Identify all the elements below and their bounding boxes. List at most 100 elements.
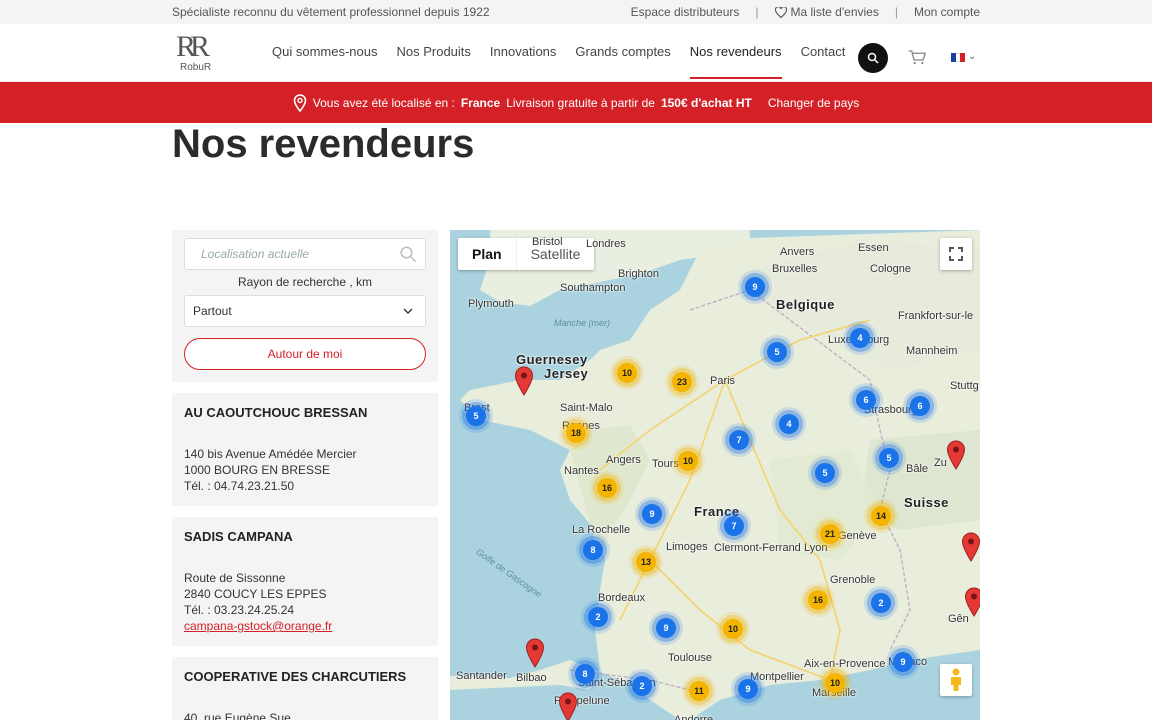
map-type-control: Plan Satellite — [458, 238, 595, 270]
store-address: 140 bis Avenue Amédée Mercier — [184, 447, 357, 461]
store-card[interactable]: SADIS CAMPANA Route de Sissonne 2840 COU… — [172, 517, 438, 646]
marker-cluster[interactable]: 9 — [745, 277, 765, 297]
nav-item-resellers[interactable]: Nos revendeurs — [689, 44, 782, 79]
search-icon — [867, 52, 879, 64]
map-label: Guernesey — [516, 352, 588, 367]
wishlist-link[interactable]: Ma liste d'envies — [774, 5, 879, 19]
fullscreen-icon — [949, 247, 963, 261]
map-label: Stuttg — [950, 380, 979, 392]
marker-cluster[interactable]: 9 — [738, 679, 758, 699]
marker-cluster[interactable]: 2 — [871, 593, 891, 613]
map-label: Belgique — [776, 297, 835, 312]
page-title: Nos revendeurs — [172, 122, 475, 166]
reseller-panel: Localisation actuelle Rayon de recherche… — [172, 230, 438, 720]
marker-cluster[interactable]: 10 — [825, 673, 845, 693]
map-label: Santander — [456, 670, 507, 682]
marker-cluster[interactable]: 9 — [642, 504, 662, 524]
map-label: Mannheim — [906, 345, 958, 357]
map-pin-icon[interactable] — [558, 692, 578, 720]
map-tab-plan[interactable]: Plan — [458, 238, 517, 270]
nav-item-key-accounts[interactable]: Grands comptes — [575, 44, 670, 79]
marker-cluster[interactable]: 18 — [566, 423, 586, 443]
marker-cluster[interactable]: 4 — [779, 414, 799, 434]
pegman-icon — [951, 668, 961, 691]
nav-item-contact[interactable]: Contact — [801, 44, 846, 79]
france-flag-icon[interactable] — [951, 53, 966, 62]
top-utility-bar: Spécialiste reconnu du vêtement professi… — [0, 0, 1152, 24]
chevron-down-icon[interactable]: ⌄ — [968, 51, 976, 62]
marker-cluster[interactable]: 8 — [583, 540, 603, 560]
change-country-link[interactable]: Changer de pays — [768, 96, 859, 110]
map-label: Nantes — [564, 465, 599, 477]
logo-mark: RR — [176, 30, 210, 63]
reseller-map[interactable]: Plan Satellite Bristol Londres Anvers Essen… — [450, 230, 980, 720]
marker-cluster[interactable]: 6 — [856, 390, 876, 410]
map-label: Bordeaux — [598, 592, 646, 604]
account-link[interactable]: Mon compte — [914, 5, 980, 19]
marker-cluster[interactable]: 16 — [808, 590, 828, 610]
marker-cluster[interactable]: 9 — [656, 618, 676, 638]
nav-item-about[interactable]: Qui sommes-nous — [272, 44, 377, 79]
marker-cluster[interactable]: 21 — [820, 524, 840, 544]
street-view-button[interactable] — [940, 664, 972, 696]
marker-cluster[interactable]: 10 — [678, 451, 698, 471]
marker-cluster[interactable]: 10 — [723, 619, 743, 639]
store-card[interactable]: AU CAOUTCHOUC BRESSAN 140 bis Avenue Amé… — [172, 393, 438, 506]
search-icon[interactable] — [399, 245, 417, 263]
map-label: Bilbao — [516, 672, 547, 684]
distributors-link[interactable]: Espace distributeurs — [631, 5, 740, 19]
fullscreen-button[interactable] — [940, 238, 972, 270]
map-label: Andorre — [674, 714, 714, 720]
cart-icon[interactable] — [908, 49, 926, 65]
marker-cluster[interactable]: 2 — [632, 676, 652, 696]
radius-label: Rayon de recherche , km — [237, 275, 373, 289]
marker-cluster[interactable]: 11 — [689, 681, 709, 701]
store-name: SADIS CAMPANA — [184, 529, 293, 544]
map-pin-icon[interactable] — [946, 440, 966, 470]
marker-cluster[interactable]: 23 — [672, 372, 692, 392]
marker-cluster[interactable]: 2 — [588, 607, 608, 627]
map-pin-icon[interactable] — [525, 638, 545, 668]
radius-value: Partout — [193, 304, 232, 318]
map-pin-icon[interactable] — [514, 366, 534, 396]
marker-cluster[interactable]: 16 — [597, 478, 617, 498]
map-label: Southampton — [560, 282, 626, 294]
map-pin-icon[interactable] — [964, 587, 980, 617]
map-pin-icon[interactable] — [961, 532, 980, 562]
marker-cluster[interactable]: 4 — [850, 328, 870, 348]
store-card[interactable]: COOPERATIVE DES CHARCUTIERS 40, rue Eugè… — [172, 657, 438, 720]
marker-cluster[interactable]: 5 — [879, 448, 899, 468]
marker-cluster[interactable]: 13 — [636, 552, 656, 572]
marker-cluster[interactable]: 10 — [617, 363, 637, 383]
nav-item-innovations[interactable]: Innovations — [490, 44, 557, 79]
radius-select[interactable]: Partout — [184, 295, 426, 327]
heart-icon — [774, 6, 787, 18]
map-label: Jersey — [544, 366, 589, 381]
marker-cluster[interactable]: 6 — [910, 396, 930, 416]
map-label: Bristol — [532, 236, 563, 248]
marker-cluster[interactable]: 5 — [767, 342, 787, 362]
location-search-input[interactable]: Localisation actuelle — [184, 238, 426, 270]
banner-country: France — [460, 95, 501, 110]
map-label: Aix-en-Provence — [804, 658, 886, 670]
store-name: AU CAOUTCHOUC BRESSAN — [184, 405, 368, 420]
location-pin-icon — [293, 93, 307, 112]
marker-cluster[interactable]: 5 — [815, 463, 835, 483]
map-label: Montpellier — [750, 671, 804, 683]
search-button[interactable] — [858, 43, 888, 73]
map-label: Genève — [838, 530, 877, 542]
robur-logo[interactable]: RR RobuR — [176, 32, 224, 76]
marker-cluster[interactable]: 14 — [871, 506, 891, 526]
map-label: Londres — [586, 238, 626, 250]
around-me-button[interactable]: Autour de moi — [184, 338, 426, 370]
marker-cluster[interactable]: 5 — [466, 406, 486, 426]
map-label: Paris — [710, 375, 736, 387]
marker-cluster[interactable]: 7 — [724, 516, 744, 536]
map-label: Limoges — [666, 541, 708, 553]
marker-cluster[interactable]: 7 — [729, 430, 749, 450]
nav-item-products[interactable]: Nos Produits — [396, 44, 470, 79]
store-email-link[interactable]: campana-gstock@orange.fr — [184, 618, 426, 634]
marker-cluster[interactable]: 9 — [893, 652, 913, 672]
store-name: COOPERATIVE DES CHARCUTIERS — [184, 669, 407, 684]
marker-cluster[interactable]: 8 — [575, 664, 595, 684]
